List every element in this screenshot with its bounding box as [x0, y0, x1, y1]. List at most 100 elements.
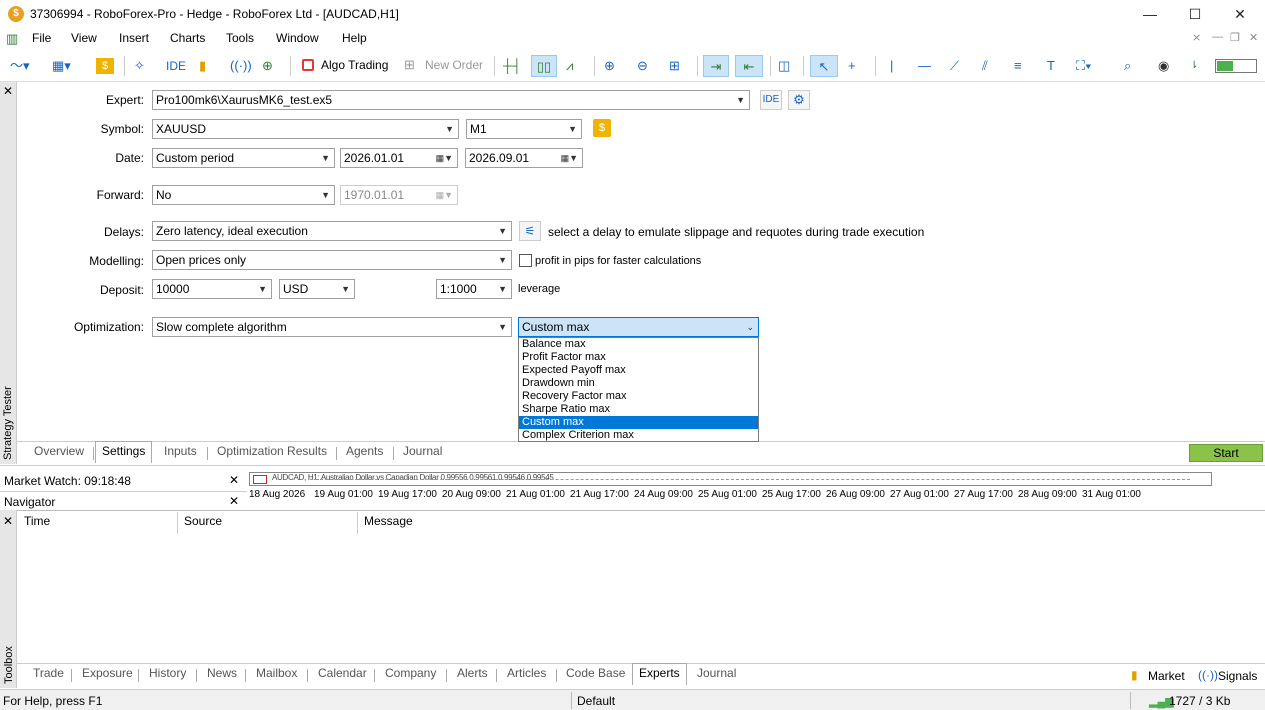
lock-icon[interactable]: ▮: [199, 55, 206, 77]
delay-settings-sliders-icon[interactable]: ⚟: [519, 221, 541, 241]
optimization-select[interactable]: Slow complete algorithm ▼: [152, 317, 512, 337]
market-watch-close-icon[interactable]: ✕: [229, 473, 239, 487]
screenshot-icon[interactable]: ◫: [778, 55, 790, 77]
signal-icon[interactable]: ((·)): [230, 55, 252, 77]
tab-experts[interactable]: Experts: [632, 663, 687, 685]
criterion-option-profit-factor-max[interactable]: Profit Factor max: [519, 351, 758, 364]
chart-area[interactable]: AUDCAD, H1: Australian Dollar vs Canadia…: [249, 472, 1212, 486]
tab-journal[interactable]: Journal: [403, 444, 442, 458]
close-tester-icon[interactable]: ✕: [3, 84, 13, 98]
currency-select[interactable]: USD ▼: [279, 279, 355, 299]
zoom-in-icon[interactable]: ⊕: [604, 55, 615, 77]
tab-news[interactable]: News: [207, 666, 237, 680]
mdi-detach-icon[interactable]: ⨯: [1192, 31, 1201, 44]
tab-exposure[interactable]: Exposure: [82, 666, 133, 680]
forward-select[interactable]: No ▼: [152, 185, 335, 205]
date-period-select[interactable]: Custom period ▼: [152, 148, 335, 168]
menu-window[interactable]: Window: [276, 31, 319, 45]
menu-help[interactable]: Help: [342, 31, 367, 45]
menu-view[interactable]: View: [71, 31, 97, 45]
profit-in-pips-checkbox[interactable]: [519, 254, 532, 267]
column-separator[interactable]: [357, 512, 358, 534]
tab-calendar[interactable]: Calendar: [318, 666, 367, 680]
mdi-restore-icon[interactable]: ❐: [1230, 31, 1240, 44]
menu-tools[interactable]: Tools: [226, 31, 254, 45]
date-to-picker[interactable]: 2026.09.01 ▦▼: [465, 148, 583, 168]
criterion-option-custom-max[interactable]: Custom max: [519, 416, 758, 429]
crosshair-icon[interactable]: +: [848, 55, 856, 77]
date-from-picker[interactable]: 2026.01.01 ▦▼: [340, 148, 458, 168]
optimization-criterion-select[interactable]: Custom max ⌄: [518, 317, 759, 337]
close-button[interactable]: ✕: [1230, 4, 1250, 24]
expert-select[interactable]: Pro100mk6\XaurusMK6_test.ex5 ▼: [152, 90, 750, 110]
criterion-option-balance-max[interactable]: Balance max: [519, 338, 758, 351]
text-icon[interactable]: T: [1047, 55, 1055, 77]
market-dollar-icon[interactable]: $: [96, 58, 114, 74]
column-message[interactable]: Message: [364, 514, 413, 528]
deposit-select[interactable]: 10000 ▼: [152, 279, 272, 299]
tab-journal-toolbox[interactable]: Journal: [697, 666, 736, 680]
navigator-title[interactable]: Navigator: [4, 495, 55, 509]
symbol-select[interactable]: XAUUSD ▼: [152, 119, 459, 139]
criterion-option-drawdown-min[interactable]: Drawdown min: [519, 377, 758, 390]
tab-company[interactable]: Company: [385, 666, 436, 680]
market-watch-title[interactable]: Market Watch: 09:18:48: [4, 474, 131, 488]
vertical-line-icon[interactable]: |: [890, 55, 893, 77]
search-icon[interactable]: ⌕: [1124, 55, 1131, 77]
column-source[interactable]: Source: [184, 514, 222, 528]
timeframe-select[interactable]: M1 ▼: [466, 119, 582, 139]
minimize-button[interactable]: —: [1140, 4, 1160, 24]
tab-settings[interactable]: Settings: [95, 441, 153, 463]
fibonacci-icon[interactable]: ≡: [1014, 55, 1022, 77]
tab-agents[interactable]: Agents: [346, 444, 383, 458]
tab-articles[interactable]: Articles: [507, 666, 546, 680]
grid-icon[interactable]: ⊞: [669, 55, 680, 77]
leverage-select[interactable]: 1:1000 ▼: [436, 279, 512, 299]
criterion-option-complex-criterion-max[interactable]: Complex Criterion max: [519, 429, 758, 442]
tab-overview[interactable]: Overview: [34, 444, 84, 458]
close-toolbox-icon[interactable]: ✕: [3, 514, 13, 528]
account-icon[interactable]: ◉: [1158, 55, 1169, 77]
globe-plus-icon[interactable]: ⊕: [262, 55, 273, 77]
menu-file[interactable]: File: [32, 31, 51, 45]
navigator-close-icon[interactable]: ✕: [229, 494, 239, 508]
tab-optimization-results[interactable]: Optimization Results: [217, 444, 327, 458]
expert-ide-button[interactable]: IDE: [760, 90, 782, 110]
bar-chart-icon[interactable]: ┼┤: [503, 55, 521, 77]
modelling-select[interactable]: Open prices only ▼: [152, 250, 512, 270]
menu-charts[interactable]: Charts: [170, 31, 205, 45]
autoscroll-icon[interactable]: ⇥: [703, 55, 729, 77]
level-icon[interactable]: ⇂: [1190, 55, 1198, 77]
tab-alerts[interactable]: Alerts: [457, 666, 488, 680]
trendline-icon[interactable]: ⟋: [950, 55, 959, 77]
candlestick-icon[interactable]: ▯▯: [531, 55, 557, 77]
column-time[interactable]: Time: [24, 514, 50, 528]
symbol-dollar-icon[interactable]: $: [593, 119, 611, 137]
line-icon[interactable]: ⩘: [566, 55, 573, 77]
expert-settings-gear-icon[interactable]: ⚙: [788, 90, 810, 110]
maximize-button[interactable]: ☐: [1185, 4, 1205, 24]
mdi-minimize-icon[interactable]: —: [1212, 31, 1223, 43]
criterion-option-recovery-factor-max[interactable]: Recovery Factor max: [519, 390, 758, 403]
shapes-icon[interactable]: ⛶▾: [1076, 55, 1091, 77]
chart-window-icon[interactable]: ▦▾: [52, 55, 71, 77]
criterion-option-sharpe-ratio-max[interactable]: Sharpe Ratio max: [519, 403, 758, 416]
start-button[interactable]: Start: [1189, 444, 1263, 462]
menu-insert[interactable]: Insert: [119, 31, 149, 45]
horizontal-line-icon[interactable]: —: [918, 55, 931, 77]
status-profile[interactable]: Default: [577, 694, 615, 708]
tab-history[interactable]: History: [149, 666, 186, 680]
criterion-option-expected-payoff-max[interactable]: Expected Payoff max: [519, 364, 758, 377]
tab-inputs[interactable]: Inputs: [164, 444, 197, 458]
tab-mailbox[interactable]: Mailbox: [256, 666, 297, 680]
line-chart-icon[interactable]: 〜▾: [10, 55, 30, 77]
zoom-out-icon[interactable]: ⊖: [637, 55, 648, 77]
tab-code-base[interactable]: Code Base: [566, 666, 625, 680]
ide-button[interactable]: IDE: [166, 55, 186, 77]
tab-trade[interactable]: Trade: [33, 666, 64, 680]
mdi-close-icon[interactable]: ✕: [1249, 31, 1258, 44]
column-separator[interactable]: [177, 512, 178, 534]
channel-icon[interactable]: ⫽: [982, 55, 988, 77]
cursor-icon[interactable]: ↖: [810, 55, 838, 77]
delays-select[interactable]: Zero latency, ideal execution ▼: [152, 221, 512, 241]
